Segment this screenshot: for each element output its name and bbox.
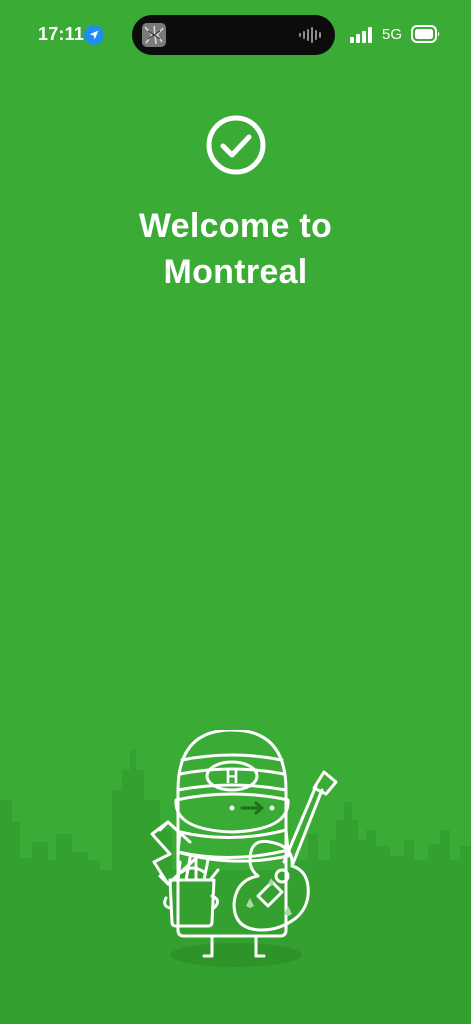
montreal-mascot-illustration: H	[0, 730, 471, 1024]
album-art-icon	[142, 23, 166, 47]
hat-logo-letter: H	[226, 767, 239, 787]
audio-waveform-icon	[299, 27, 321, 43]
welcome-title-line-1: Welcome to	[138, 207, 333, 245]
status-bar: 17:11 5G	[0, 0, 471, 70]
welcome-title-line-2: Montreal	[163, 253, 308, 291]
location-arrow-icon	[84, 25, 104, 45]
dynamic-island[interactable]	[132, 15, 335, 55]
cellular-signal-icon	[350, 27, 372, 43]
battery-icon	[411, 25, 440, 43]
status-time: 17:11	[38, 24, 85, 44]
welcome-title: Welcome to Montreal	[0, 203, 471, 295]
checkmark-circle-icon	[206, 115, 266, 175]
network-type-label: 5G	[382, 26, 403, 43]
